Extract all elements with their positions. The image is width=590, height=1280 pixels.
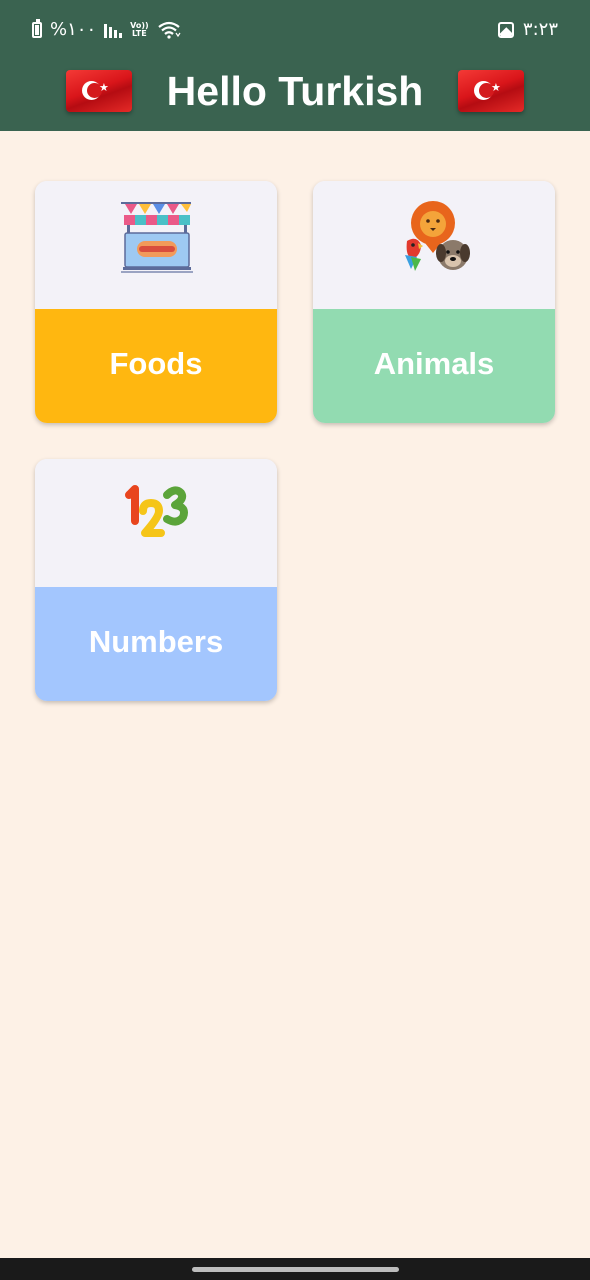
- system-navigation-bar: [0, 1258, 590, 1280]
- wifi-icon: [157, 21, 181, 39]
- food-stand-icon: [121, 202, 193, 273]
- card-image: [313, 181, 555, 309]
- card-title: Numbers: [88, 624, 224, 659]
- card-image: [35, 181, 277, 309]
- card-title: Animals: [373, 346, 495, 381]
- gallery-icon: [497, 21, 514, 38]
- battery-icon: [32, 18, 42, 38]
- card-image: [35, 459, 277, 587]
- numbers-123-icon: [125, 485, 188, 537]
- app-bar: %۱۰۰ Vo)) LTE ۳:۲۳ ★ Hello Turkish ★: [0, 0, 590, 131]
- card-label-area: Foods: [35, 309, 277, 423]
- status-time: ۳:۲۳: [522, 19, 558, 40]
- turkey-flag-icon: ★: [458, 70, 524, 112]
- card-title: Foods: [109, 346, 203, 381]
- animals-icon: [405, 201, 470, 271]
- title-row: ★ Hello Turkish ★: [0, 62, 590, 122]
- category-card-foods[interactable]: Foods: [35, 181, 277, 423]
- card-label-area: Numbers: [35, 587, 277, 701]
- signal-icon: [104, 22, 123, 38]
- status-bar: %۱۰۰ Vo)) LTE ۳:۲۳: [0, 0, 590, 62]
- category-card-numbers[interactable]: Numbers: [35, 459, 277, 701]
- home-gesture-handle[interactable]: [192, 1267, 399, 1272]
- volte-icon: Vo)) LTE: [130, 20, 149, 38]
- card-label-area: Animals: [313, 309, 555, 423]
- category-card-animals[interactable]: Animals: [313, 181, 555, 423]
- battery-percent: %۱۰۰: [50, 19, 97, 40]
